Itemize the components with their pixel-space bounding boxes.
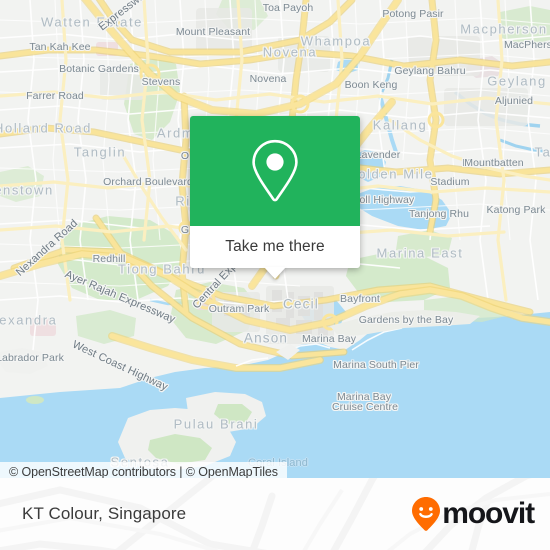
moovit-map-screenshot: Watten Estate Expressway Toa Payoh Potong P… bbox=[0, 0, 550, 550]
place-title-text: KT Colour, Singapore bbox=[22, 504, 187, 523]
attribution-text: © OpenStreetMap contributors | © OpenMap… bbox=[9, 464, 278, 479]
moovit-logo[interactable]: moovit bbox=[411, 478, 535, 550]
map-attribution[interactable]: © OpenStreetMap contributors | © OpenMap… bbox=[0, 462, 287, 478]
map-canvas[interactable]: Watten Estate Expressway Toa Payoh Potong P… bbox=[0, 0, 550, 478]
location-popup[interactable]: Take me there bbox=[190, 116, 360, 279]
footer-bar: KT Colour, Singapore moovit bbox=[0, 478, 550, 550]
place-title: KT Colour, Singapore bbox=[22, 478, 186, 550]
map-pin-icon bbox=[252, 139, 298, 202]
take-me-there-button[interactable]: Take me there bbox=[190, 226, 360, 268]
popup-pointer-tail bbox=[264, 267, 286, 279]
take-me-there-label: Take me there bbox=[225, 238, 325, 255]
moovit-pin-icon bbox=[412, 497, 441, 531]
popup-image-panel bbox=[190, 116, 360, 226]
moovit-wordmark: moovit bbox=[442, 497, 535, 530]
